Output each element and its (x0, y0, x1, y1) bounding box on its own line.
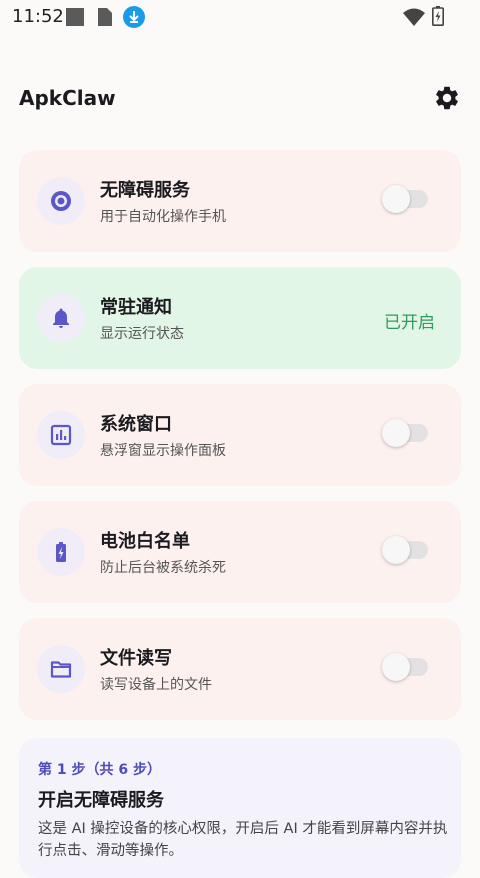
status-enabled-label: 已开启 (384, 313, 435, 333)
permission-card-battery[interactable]: 电池白名单 防止后台被系统杀死 (19, 501, 461, 603)
toggle-thumb (382, 536, 410, 564)
guide-title: 开启无障碍服务 (38, 790, 164, 811)
battery-bolt-icon (56, 542, 66, 562)
permission-card-notification[interactable]: 常驻通知 显示运行状态 已开启 (19, 267, 461, 369)
permission-subtitle: 显示运行状态 (100, 326, 184, 342)
battery-toggle[interactable] (382, 536, 428, 564)
permission-subtitle: 读写设备上的文件 (100, 677, 212, 693)
permission-title: 系统窗口 (100, 414, 172, 435)
permission-title: 电池白名单 (100, 531, 190, 552)
app-title: ApkClaw (19, 86, 116, 110)
gear-icon[interactable] (433, 84, 461, 112)
toggle-thumb (382, 653, 410, 681)
permission-icon-circle (37, 645, 85, 693)
permission-subtitle: 防止后台被系统杀死 (100, 560, 226, 576)
status-bar: 11:52 (0, 0, 480, 34)
files-toggle[interactable] (382, 653, 428, 681)
permission-title: 常驻通知 (100, 297, 172, 318)
download-icon (123, 6, 145, 28)
bell-icon (53, 308, 69, 328)
permission-card-system-window[interactable]: 系统窗口 悬浮窗显示操作面板 (19, 384, 461, 486)
wifi-icon (403, 8, 425, 26)
notification-square-icon (66, 8, 84, 26)
folder-icon (50, 661, 72, 678)
battery-charging-icon (432, 6, 444, 26)
status-time: 11:52 (12, 6, 64, 27)
toggle-thumb (382, 419, 410, 447)
chart-icon (50, 424, 72, 446)
permission-subtitle: 悬浮窗显示操作面板 (100, 443, 226, 459)
guide-step-label: 第 1 步（共 6 步） (38, 762, 161, 778)
permission-icon-circle (37, 294, 85, 342)
permission-card-files[interactable]: 文件读写 读写设备上的文件 (19, 618, 461, 720)
sim-card-icon (98, 8, 112, 26)
system-window-toggle[interactable] (382, 419, 428, 447)
permission-card-accessibility[interactable]: 无障碍服务 用于自动化操作手机 (19, 150, 461, 252)
permission-icon-circle (37, 177, 85, 225)
permission-icon-circle (37, 528, 85, 576)
permission-subtitle: 用于自动化操作手机 (100, 209, 226, 225)
permission-icon-circle (37, 411, 85, 459)
setup-guide-card: 第 1 步（共 6 步） 开启无障碍服务 这是 AI 操控设备的核心权限，开启后… (19, 738, 461, 878)
permission-title: 文件读写 (100, 648, 172, 669)
toggle-thumb (382, 185, 410, 213)
guide-description: 这是 AI 操控设备的核心权限，开启后 AI 才能看到屏幕内容并执行点击、滑动等… (38, 821, 448, 859)
accessibility-toggle[interactable] (382, 185, 428, 213)
permission-title: 无障碍服务 (100, 180, 190, 201)
target-icon (51, 191, 71, 211)
